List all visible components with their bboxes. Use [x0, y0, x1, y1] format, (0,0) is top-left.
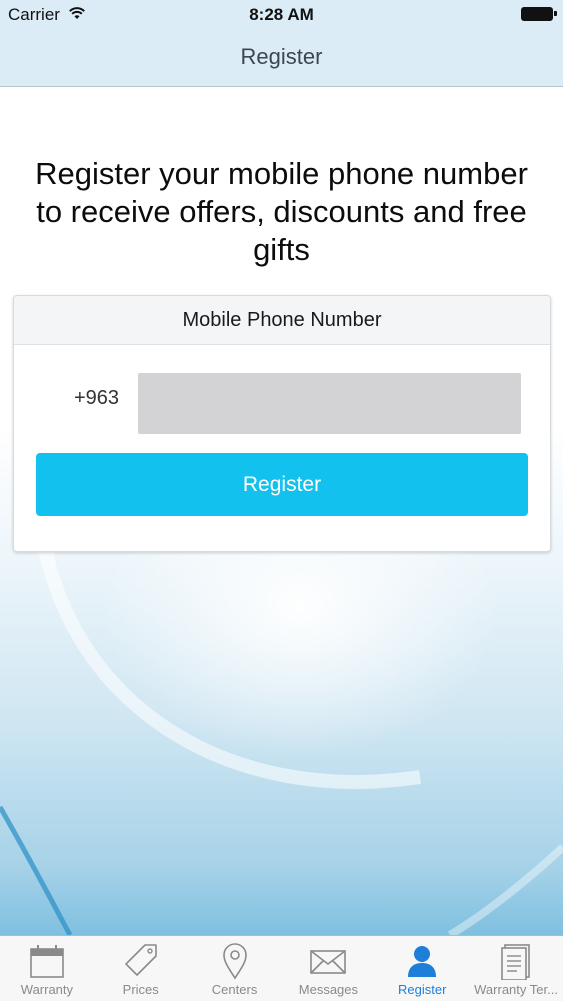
- phone-number-input[interactable]: [138, 373, 521, 434]
- tab-register[interactable]: Register: [375, 936, 469, 1001]
- battery-icon: [521, 7, 553, 21]
- country-code-label: +963: [74, 387, 120, 409]
- location-pin-icon: [222, 943, 247, 980]
- user-icon: [408, 946, 437, 977]
- tab-label: Register: [398, 982, 447, 997]
- tab-label: Prices: [122, 982, 159, 997]
- tab-centers[interactable]: Centers: [188, 936, 282, 1001]
- status-bar: Carrier 8:28 AM: [0, 0, 563, 30]
- registration-card: Mobile Phone Number +963 Register: [13, 295, 551, 552]
- register-button[interactable]: Register: [36, 453, 528, 516]
- tab-label: Messages: [298, 982, 359, 997]
- envelope-icon: [310, 950, 347, 974]
- document-icon: [501, 944, 530, 980]
- card-title: Mobile Phone Number: [14, 296, 550, 345]
- page-title: Register: [240, 44, 323, 69]
- tab-prices[interactable]: Prices: [94, 936, 188, 1001]
- price-tag-icon: [124, 944, 157, 976]
- top-bar: Carrier 8:28 AM Register: [0, 0, 563, 87]
- tab-label: Centers: [211, 982, 258, 997]
- promo-headline: Register your mobile phone number to rec…: [35, 156, 528, 267]
- tab-warranty-terms[interactable]: Warranty Ter...: [469, 936, 563, 1001]
- tab-label: Warranty Ter...: [474, 982, 558, 997]
- tab-messages[interactable]: Messages: [281, 936, 375, 1001]
- tab-warranty[interactable]: Warranty: [0, 936, 94, 1001]
- clock: 8:28 AM: [249, 5, 314, 24]
- tab-bar: Warranty Prices Centers Messages Registe…: [0, 935, 563, 1001]
- calendar-icon: [30, 945, 64, 978]
- tab-label: Warranty: [20, 982, 74, 997]
- battery-tip: [554, 11, 557, 16]
